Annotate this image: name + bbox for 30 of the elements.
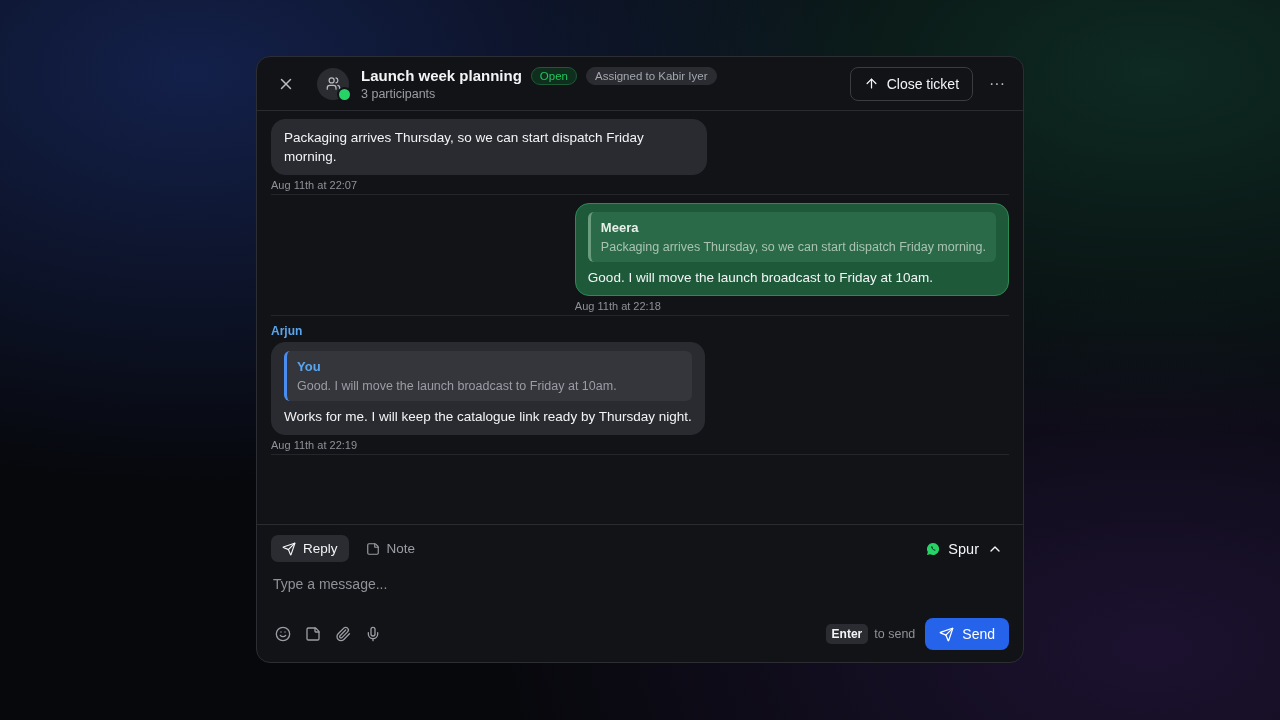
enter-key: Enter (825, 624, 869, 644)
chat-bubble-icon (926, 541, 941, 556)
quote-text: Good. I will move the launch broadcast to Friday at 10am. (297, 378, 618, 395)
online-badge (337, 86, 352, 102)
message-text: Works for me. I will keep the catalogue link ready by Thursday night. (284, 408, 692, 426)
composer-tab[interactable]: Reply (271, 535, 349, 562)
note-icon (365, 541, 380, 556)
more-button[interactable]: ··· (985, 74, 1009, 93)
quote-author: You (297, 358, 322, 376)
conversation-title: Launch week planning (361, 67, 522, 84)
sender-name: Arjun (271, 324, 303, 338)
message-input[interactable]: Type a message... (271, 562, 1009, 618)
message-text: Good. I will move the launch broadcast to Friday at 10am. (587, 269, 935, 287)
paper-plane-icon (282, 541, 296, 556)
message-time: Aug 11th at 22:18 (574, 300, 661, 312)
quote-author: Meera (600, 219, 640, 237)
message-text: Packaging arrives Thursday, so we can start dispatch Friday morning. (284, 129, 645, 166)
participants-count: 3 participants (361, 86, 437, 101)
composer-tab[interactable]: Note (354, 535, 427, 562)
message-time: Aug 11th at 22:07 (271, 179, 358, 191)
assignee-badge: Assigned to Kabir Iyer (586, 66, 717, 85)
status-badge: Open (530, 66, 577, 85)
quote-text: Packaging arrives Thursday, so we can start dispatch Friday morning. (600, 239, 986, 256)
send-button[interactable]: Send (925, 618, 1009, 650)
send-hint: to send (874, 627, 916, 641)
message-time: Aug 11th at 22:19 (271, 439, 358, 451)
close-ticket-button[interactable]: Close ticket (849, 66, 973, 101)
channel-selector[interactable]: Spur (920, 539, 1009, 558)
people-icon (325, 76, 341, 91)
paper-plane-icon (939, 626, 955, 642)
